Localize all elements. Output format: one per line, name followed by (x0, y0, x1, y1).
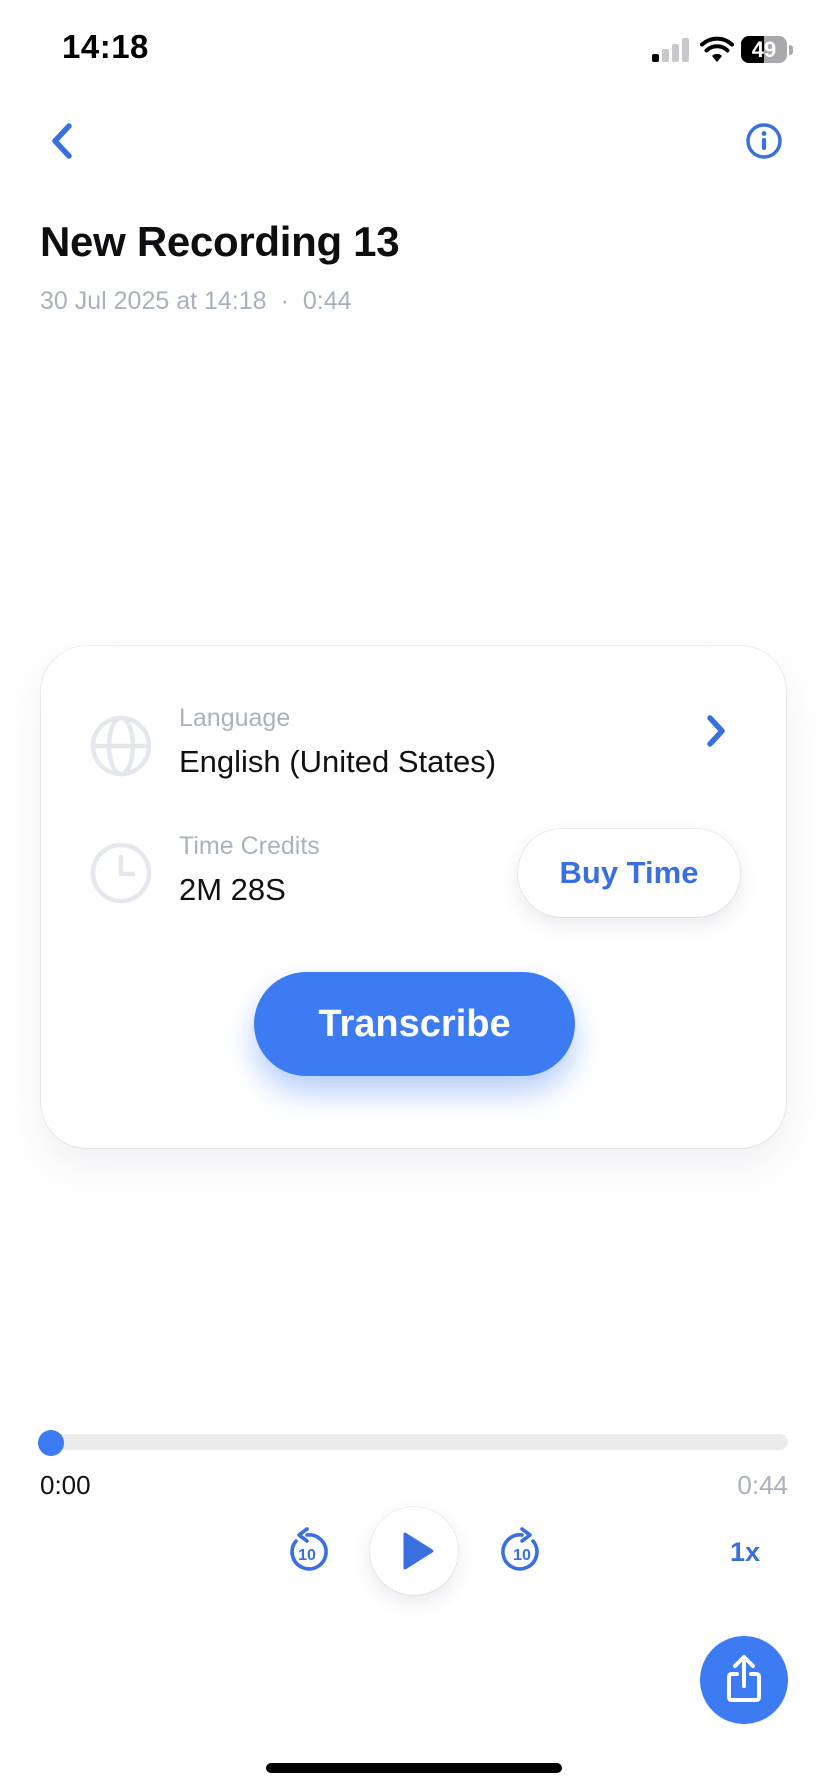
playback-scrubber-handle[interactable] (38, 1430, 64, 1456)
skip-back-button[interactable]: 10 (284, 1526, 330, 1576)
transcription-card: Language English (United States) Time Cr… (41, 646, 786, 1148)
battery-percent: 49 (751, 37, 777, 62)
skip-back-10-icon: 10 (290, 1527, 328, 1571)
meta-separator: · (280, 287, 289, 315)
globe-icon (90, 715, 152, 777)
back-button[interactable] (40, 116, 86, 166)
recording-date: 30 Jul 2025 at 14:18 (40, 287, 267, 315)
chevron-right-icon[interactable] (701, 712, 731, 750)
language-label: Language (179, 704, 291, 732)
skip-forward-seconds: 10 (513, 1547, 531, 1564)
credits-label: Time Credits (179, 832, 320, 860)
share-button[interactable] (700, 1636, 788, 1724)
status-time: 14:18 (62, 28, 149, 65)
recording-title: New Recording 13 (40, 218, 400, 265)
skip-forward-button[interactable]: 10 (499, 1526, 545, 1576)
buy-time-button[interactable]: Buy Time (518, 829, 740, 917)
recording-meta: 30 Jul 2025 at 14:18 · 0:44 (40, 287, 352, 316)
wifi-icon (700, 36, 734, 62)
recording-duration: 0:44 (302, 287, 352, 315)
clock-icon (90, 842, 152, 904)
home-indicator[interactable] (266, 1763, 562, 1773)
total-time: 0:44 (737, 1470, 788, 1500)
skip-back-seconds: 10 (298, 1547, 316, 1564)
current-time: 0:00 (40, 1470, 91, 1500)
playback-speed-button[interactable]: 1x (720, 1534, 770, 1570)
skip-forward-10-icon: 10 (501, 1527, 539, 1571)
info-button[interactable] (745, 122, 783, 160)
info-icon (746, 123, 782, 159)
battery-icon: 49 (741, 36, 787, 63)
play-icon (403, 1532, 434, 1570)
battery-tip (789, 45, 793, 55)
cellular-signal-icon (652, 38, 692, 62)
transcribe-button[interactable]: Transcribe (254, 972, 575, 1076)
credits-value: 2M 28S (179, 872, 286, 907)
language-value[interactable]: English (United States) (179, 744, 496, 780)
playback-progress-track[interactable] (40, 1434, 788, 1450)
share-icon (727, 1655, 761, 1702)
play-button[interactable] (370, 1507, 458, 1595)
recording-detail-screen: 14:18 49 New Recording 13 30 Jul 2025 at… (0, 0, 828, 1792)
